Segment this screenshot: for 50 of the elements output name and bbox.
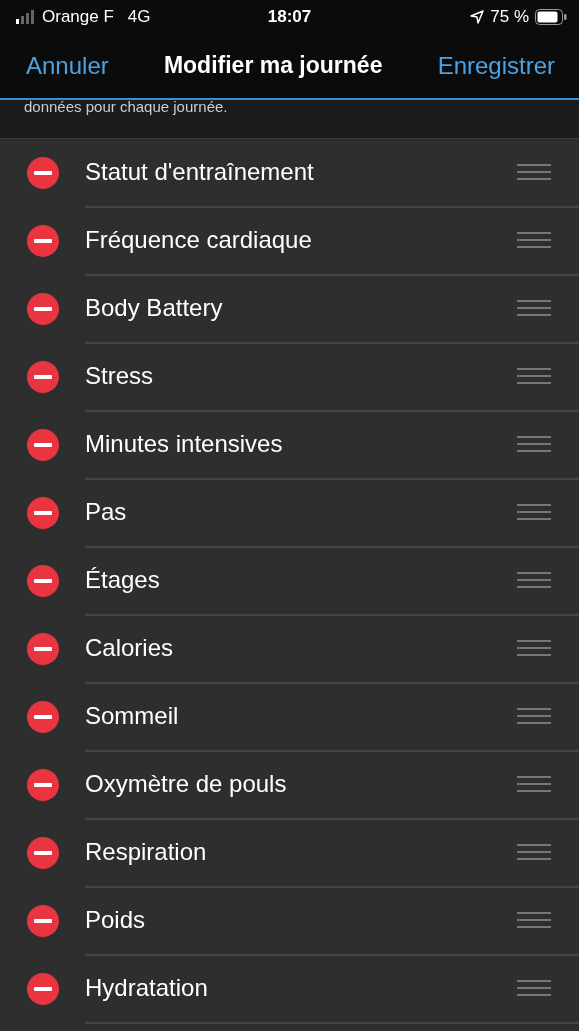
item-label: Poids bbox=[85, 906, 146, 934]
drag-handle-icon[interactable] bbox=[517, 843, 551, 861]
remove-icon[interactable] bbox=[27, 361, 59, 393]
drag-handle-icon[interactable] bbox=[517, 163, 551, 181]
remove-icon[interactable] bbox=[27, 905, 59, 937]
intro-text: données pour chaque journée. bbox=[24, 100, 228, 115]
remove-icon[interactable] bbox=[27, 565, 59, 597]
page-title: Modifier ma journée bbox=[163, 52, 383, 79]
remove-icon[interactable] bbox=[27, 973, 59, 1005]
battery-percent: 75 % bbox=[490, 6, 529, 27]
item-label: Hydratation bbox=[85, 974, 208, 1002]
drag-handle-icon[interactable] bbox=[517, 231, 551, 249]
drag-handle-icon[interactable] bbox=[517, 979, 551, 997]
drag-handle-icon[interactable] bbox=[517, 299, 551, 317]
remove-icon[interactable] bbox=[27, 225, 59, 257]
drag-handle-icon[interactable] bbox=[517, 775, 551, 793]
remove-icon[interactable] bbox=[27, 157, 59, 189]
remove-icon[interactable] bbox=[27, 701, 59, 733]
remove-icon[interactable] bbox=[27, 429, 59, 461]
remove-icon[interactable] bbox=[27, 633, 59, 665]
item-label: Sommeil bbox=[85, 702, 179, 730]
item-label: Minutes intensives bbox=[85, 430, 283, 458]
remove-icon[interactable] bbox=[27, 293, 59, 325]
signal-icon bbox=[16, 9, 36, 24]
item-label: Statut d'entraînement bbox=[85, 158, 314, 186]
drag-handle-icon[interactable] bbox=[517, 571, 551, 589]
drag-handle-icon[interactable] bbox=[517, 639, 551, 657]
network-type: 4G bbox=[127, 6, 151, 27]
battery-icon bbox=[535, 8, 567, 25]
item-label: Oxymètre de pouls bbox=[85, 770, 287, 798]
clock-time: 18:07 bbox=[267, 6, 312, 27]
drag-handle-icon[interactable] bbox=[517, 503, 551, 521]
drag-handle-icon[interactable] bbox=[517, 435, 551, 453]
item-label: Pas bbox=[85, 498, 127, 526]
save-link[interactable]: Enregistrer bbox=[437, 51, 555, 80]
item-label: Étages bbox=[85, 566, 160, 594]
remove-icon[interactable] bbox=[27, 837, 59, 869]
item-label: Respiration bbox=[85, 838, 207, 866]
item-label: Stress bbox=[85, 362, 153, 390]
drag-handle-icon[interactable] bbox=[517, 707, 551, 725]
location-arrow-icon bbox=[470, 9, 485, 24]
item-label: Calories bbox=[85, 634, 174, 662]
remove-icon[interactable] bbox=[27, 497, 59, 529]
cancel-link[interactable]: Annuler bbox=[26, 51, 109, 80]
item-label: Fréquence cardiaque bbox=[85, 226, 312, 254]
remove-icon[interactable] bbox=[27, 769, 59, 801]
drag-handle-icon[interactable] bbox=[517, 911, 551, 929]
item-label: Body Battery bbox=[85, 294, 223, 322]
drag-handle-icon[interactable] bbox=[517, 367, 551, 385]
carrier-name: Orange F bbox=[42, 6, 114, 27]
